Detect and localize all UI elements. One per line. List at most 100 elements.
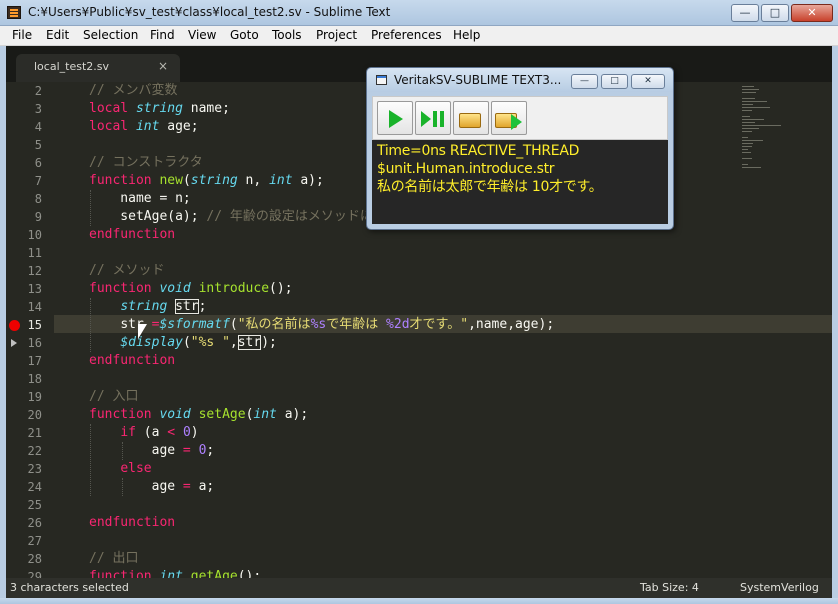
maximize-button[interactable]: □	[761, 4, 789, 22]
line-number-gutter[interactable]: 2 3 4 5 6 7 8 9 10 11 12 13 14 15 16 17 18 19 20 21 22 23 24 25…	[6, 82, 54, 578]
code-line: age = 0;	[89, 442, 215, 460]
tab-size-status[interactable]: Tab Size: 4	[640, 581, 699, 594]
menu-help[interactable]: Help	[453, 28, 480, 42]
code-token: local	[89, 101, 136, 116]
run-button[interactable]	[377, 101, 413, 135]
pause-bar-icon	[440, 111, 444, 127]
code-token: n,	[237, 173, 270, 188]
menu-file[interactable]: File	[12, 28, 32, 42]
code-line: $display("%s ",str);	[89, 334, 277, 352]
minimap-line	[742, 98, 755, 99]
code-token: <	[167, 425, 176, 440]
code-token: (a	[135, 425, 168, 440]
tab-close-icon[interactable]: ×	[158, 59, 168, 73]
load-run-button[interactable]	[491, 101, 527, 135]
minimap-line	[742, 167, 761, 168]
line-number: 17	[27, 354, 42, 368]
code-token: (	[182, 335, 191, 350]
line-number: 27	[27, 534, 42, 548]
line-number: 22	[27, 444, 42, 458]
veritak-maximize-button[interactable]: □	[601, 74, 628, 89]
veritak-title-bar[interactable]: VeritakSV-SUBLIME TEXT3... — □ ✕	[367, 68, 673, 92]
code-token: string	[120, 299, 168, 314]
code-line: function int getAge();	[89, 568, 261, 578]
line-number: 21	[27, 426, 42, 440]
step-button[interactable]	[415, 101, 451, 135]
code-line: setAge(a); // 年齢の設定はメソッドに任せる	[89, 208, 412, 226]
code-token: ;	[198, 299, 207, 314]
menu-tools[interactable]: Tools	[272, 28, 302, 42]
menu-find[interactable]: Find	[150, 28, 175, 42]
code-token: int	[253, 407, 277, 422]
code-token: =	[182, 479, 191, 494]
code-token: name = n;	[89, 191, 191, 206]
line-number: 11	[27, 246, 42, 260]
menu-preferences[interactable]: Preferences	[371, 28, 442, 42]
syntax-status[interactable]: SystemVerilog	[740, 581, 819, 594]
line-number: 7	[34, 174, 42, 188]
minimap-line	[742, 158, 752, 159]
minimap-line	[742, 140, 763, 141]
code-line: function new(string n, int a);	[89, 172, 324, 190]
minimap-line	[742, 116, 750, 117]
line-number: 5	[34, 138, 42, 152]
veritak-close-button[interactable]: ✕	[631, 74, 665, 89]
code-token: =	[182, 443, 191, 458]
sublime-app-icon	[7, 6, 21, 19]
minimap-line	[742, 152, 751, 153]
code-token: a;	[190, 479, 215, 494]
code-token: ,name,age);	[468, 317, 555, 332]
minimap-line	[742, 146, 752, 147]
code-line: endfunction	[89, 514, 175, 532]
minimap-line	[742, 122, 755, 123]
code-token: // メンバ変数	[89, 83, 178, 98]
code-token: ;	[206, 443, 215, 458]
console-line: $unit.Human.introduce.str	[377, 161, 555, 177]
code-line: string str;	[89, 298, 206, 316]
code-token: );	[261, 335, 277, 350]
veritak-window[interactable]: VeritakSV-SUBLIME TEXT3... — □ ✕ Time=0n…	[366, 67, 674, 230]
line-number: 4	[34, 120, 42, 134]
line-number: 24	[27, 480, 42, 494]
open-folder-button[interactable]	[453, 101, 489, 135]
line-number: 19	[27, 390, 42, 404]
code-token: getAge	[190, 569, 238, 578]
close-button[interactable]: ✕	[791, 4, 833, 22]
line-number: 20	[27, 408, 42, 422]
code-line: if (a < 0)	[89, 424, 198, 442]
code-line: // 入口	[89, 388, 138, 406]
code-token: // メソッド	[89, 263, 165, 278]
minimap-line	[742, 125, 781, 126]
code-line: name = n;	[89, 190, 191, 208]
title-bar: C:¥Users¥Public¥sv_test¥class¥local_test…	[0, 0, 838, 26]
step-icon	[421, 111, 431, 127]
code-token: int	[159, 569, 191, 578]
tab-local-test2[interactable]: local_test2.sv ×	[16, 54, 180, 82]
menu-project[interactable]: Project	[316, 28, 357, 42]
code-token: int	[269, 173, 293, 188]
code-token: a);	[276, 407, 309, 422]
window-title: C:¥Users¥Public¥sv_test¥class¥local_test…	[28, 5, 391, 19]
mouse-pointer-icon	[138, 324, 147, 339]
minimize-button[interactable]: —	[731, 4, 759, 22]
minimap[interactable]	[734, 82, 824, 192]
menu-edit[interactable]: Edit	[46, 28, 69, 42]
window-frame-right	[832, 46, 838, 598]
breakpoint-icon[interactable]	[9, 320, 20, 331]
code-token: void	[159, 407, 199, 422]
veritak-minimize-button[interactable]: —	[571, 74, 598, 89]
code-token: (	[182, 173, 191, 188]
menu-selection[interactable]: Selection	[83, 28, 138, 42]
code-token: 0	[182, 425, 191, 440]
code-token: age	[89, 443, 183, 458]
highlighted-token: str	[237, 335, 262, 350]
menu-goto[interactable]: Goto	[230, 28, 259, 42]
line-number: 29	[27, 570, 42, 578]
code-token: // 入口	[89, 389, 139, 404]
menu-view[interactable]: View	[188, 28, 216, 42]
play-icon	[389, 110, 403, 128]
